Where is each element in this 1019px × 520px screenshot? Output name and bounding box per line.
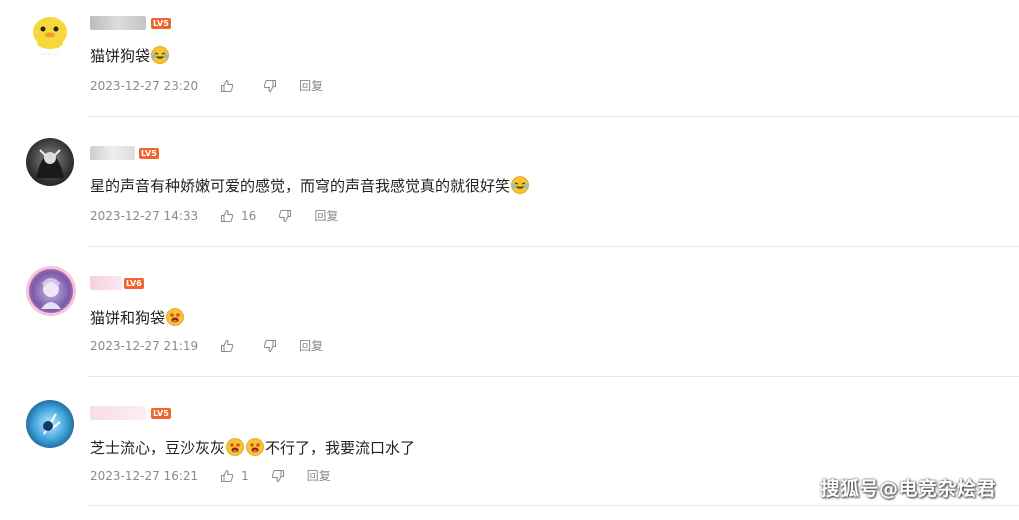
comment-time: 2023-12-27 21:19 [90, 339, 199, 353]
comment-meta: 2023-12-27 16:21 1 回复 [90, 468, 331, 484]
thumbs-up-icon [221, 469, 234, 482]
thumbs-down-icon [263, 80, 277, 93]
comment-text: 星的声音有种娇嫩可爱的感觉，而穹的声音我感觉真的就很好笑 [90, 176, 530, 196]
thumbs-down-icon [279, 210, 292, 223]
drooling-face-icon [246, 438, 264, 456]
comment-item: LV6 猫饼和狗袋 2023-12-27 21:19 回复 [0, 260, 1019, 390]
drooling-face-icon [226, 438, 244, 456]
divider [88, 246, 1019, 247]
like-count: 16 [241, 209, 257, 223]
like-button[interactable] [220, 79, 241, 93]
reply-button[interactable]: 回复 [307, 468, 331, 484]
comment-time: 2023-12-27 14:33 [90, 209, 199, 223]
laughing-tears-icon [151, 46, 169, 64]
avatar[interactable] [26, 400, 74, 448]
comment-item: LV5 星的声音有种娇嫩可爱的感觉，而穹的声音我感觉真的就很好笑 2023-12… [0, 130, 1019, 260]
reply-button[interactable]: 回复 [299, 78, 323, 94]
divider [88, 116, 1019, 117]
reply-button[interactable]: 回复 [299, 338, 323, 354]
divider [88, 505, 1019, 506]
thumbs-up-icon [221, 209, 234, 222]
comment-item: LV5 猫饼狗袋 2023-12-27 23:20 回复 [0, 0, 1019, 130]
comment-time: 2023-12-27 23:20 [90, 79, 199, 93]
username-blurred[interactable] [90, 276, 122, 290]
avatar[interactable] [26, 266, 76, 316]
watermark: 搜狐号@电竞杂烩君 [820, 478, 996, 500]
like-count: 1 [241, 469, 249, 483]
username-blurred[interactable] [90, 146, 135, 160]
avatar[interactable] [26, 10, 74, 58]
avatar[interactable] [26, 138, 74, 186]
level-badge: LV5 [151, 18, 171, 29]
dislike-button[interactable] [278, 209, 292, 223]
comment-meta: 2023-12-27 21:19 回复 [90, 338, 323, 354]
dislike-button[interactable] [263, 339, 277, 353]
dislike-button[interactable] [271, 469, 285, 483]
like-button[interactable]: 16 [220, 208, 256, 224]
like-button[interactable]: 1 [220, 468, 249, 484]
laughing-tears-icon [511, 176, 529, 194]
level-badge: LV5 [151, 408, 171, 419]
level-badge: LV5 [139, 148, 159, 159]
like-button[interactable] [220, 339, 241, 353]
thumbs-down-icon [263, 340, 277, 353]
comment-text: 猫饼和狗袋 [90, 308, 185, 328]
comment-text: 猫饼狗袋 [90, 46, 170, 66]
username-blurred[interactable] [90, 406, 146, 420]
drooling-face-icon [166, 308, 184, 326]
reply-button[interactable]: 回复 [314, 208, 338, 224]
comment-meta: 2023-12-27 14:33 16 回复 [90, 208, 338, 224]
comment-time: 2023-12-27 16:21 [90, 469, 199, 483]
comment-text: 芝士流心，豆沙灰灰 不行了，我要流口水了 [90, 438, 416, 457]
thumbs-down-icon [271, 470, 284, 483]
dislike-button[interactable] [263, 79, 277, 93]
thumbs-up-icon [221, 339, 234, 352]
username-blurred[interactable] [90, 16, 146, 30]
thumbs-up-icon [221, 79, 234, 92]
divider [88, 376, 1019, 377]
level-badge: LV6 [124, 278, 144, 289]
comment-meta: 2023-12-27 23:20 回复 [90, 78, 323, 94]
